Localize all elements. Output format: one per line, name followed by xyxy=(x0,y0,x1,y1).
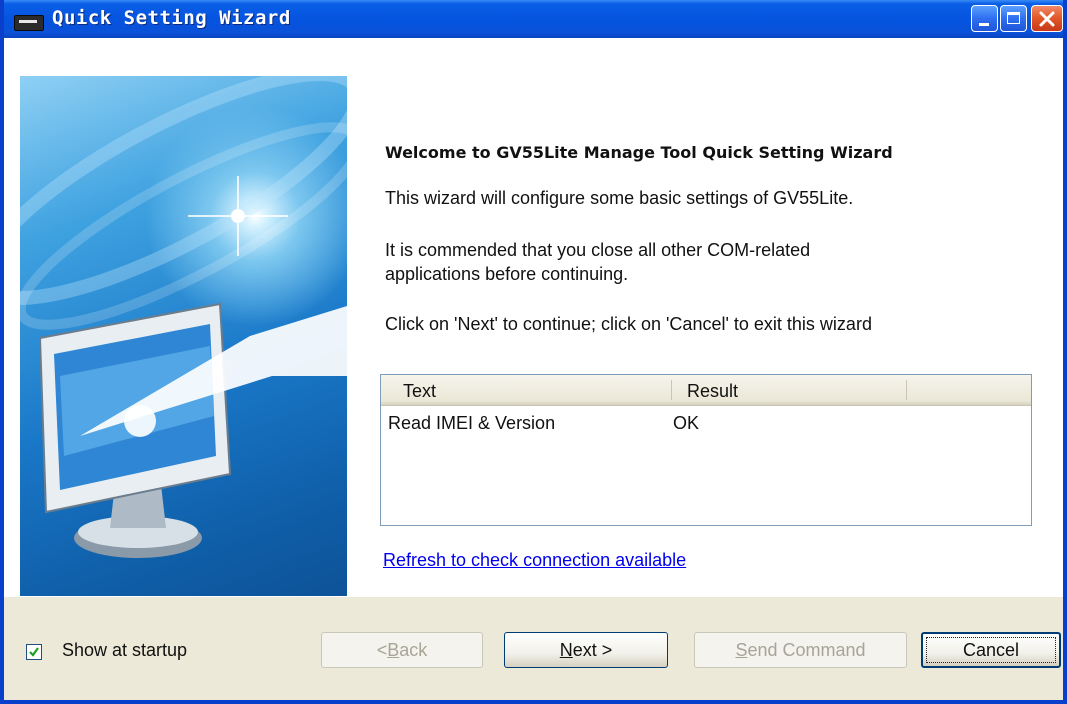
back-button-mnemonic: B xyxy=(387,639,400,660)
back-button-label: ack xyxy=(399,639,428,660)
close-button[interactable] xyxy=(1031,5,1063,32)
minimize-button[interactable] xyxy=(971,5,998,32)
close-icon xyxy=(1039,11,1055,27)
column-header-text[interactable]: Text xyxy=(403,381,436,402)
row-result-cell: OK xyxy=(673,413,700,433)
checkmark-icon xyxy=(29,647,39,657)
instructions-text: Click on 'Next' to continue; click on 'C… xyxy=(385,314,872,334)
wizard-window: Quick Setting Wizard Welcome to GV55Lite… xyxy=(0,0,1067,704)
back-button-prefix: < xyxy=(376,639,388,660)
back-button[interactable]: < Back xyxy=(321,632,483,668)
send-command-label: end Command xyxy=(747,639,866,660)
row-text-cell: Read IMEI & Version xyxy=(388,413,556,433)
minimize-icon xyxy=(979,23,989,26)
next-button-mnemonic: N xyxy=(559,639,573,660)
app-icon[interactable] xyxy=(14,15,44,31)
column-separator[interactable] xyxy=(671,380,672,400)
welcome-heading: Welcome to GV55Lite Manage Tool Quick Se… xyxy=(385,143,893,162)
window-title: Quick Setting Wizard xyxy=(52,7,291,29)
monitor-graphic xyxy=(20,76,347,558)
maximize-button[interactable] xyxy=(1000,5,1027,32)
results-list[interactable]: Text Result Read IMEI & Version OK xyxy=(380,374,1032,526)
maximize-icon xyxy=(1007,12,1020,24)
send-command-mnemonic: S xyxy=(735,639,748,660)
wizard-content: Welcome to GV55Lite Manage Tool Quick Se… xyxy=(4,38,1063,628)
recommendation-line-1: It is commended that you close all other… xyxy=(385,240,811,260)
footer-divider xyxy=(4,596,1063,597)
show-at-startup-label[interactable]: Show at startup xyxy=(62,640,187,661)
monitor-illustration xyxy=(20,76,347,628)
column-separator[interactable] xyxy=(906,380,907,400)
send-command-button[interactable]: Send Command xyxy=(694,632,907,668)
show-at-startup-checkbox[interactable] xyxy=(26,644,42,660)
recommendation-line-2: applications before continuing. xyxy=(385,264,629,284)
refresh-connection-link[interactable]: Refresh to check connection available xyxy=(383,550,686,571)
intro-text: This wizard will configure some basic se… xyxy=(385,188,854,208)
title-bar[interactable]: Quick Setting Wizard xyxy=(4,0,1063,38)
cancel-button[interactable]: Cancel xyxy=(921,632,1061,668)
recommendation-text: It is commended that you close all other… xyxy=(385,238,810,286)
wizard-footer: Show at startup < Back Next > Send Comma… xyxy=(4,596,1063,700)
focus-rectangle xyxy=(926,637,1056,663)
column-header-result[interactable]: Result xyxy=(687,381,738,402)
list-header: Text Result xyxy=(381,375,1031,406)
next-button[interactable]: Next > xyxy=(504,632,668,668)
next-button-label: ext > xyxy=(572,639,613,660)
